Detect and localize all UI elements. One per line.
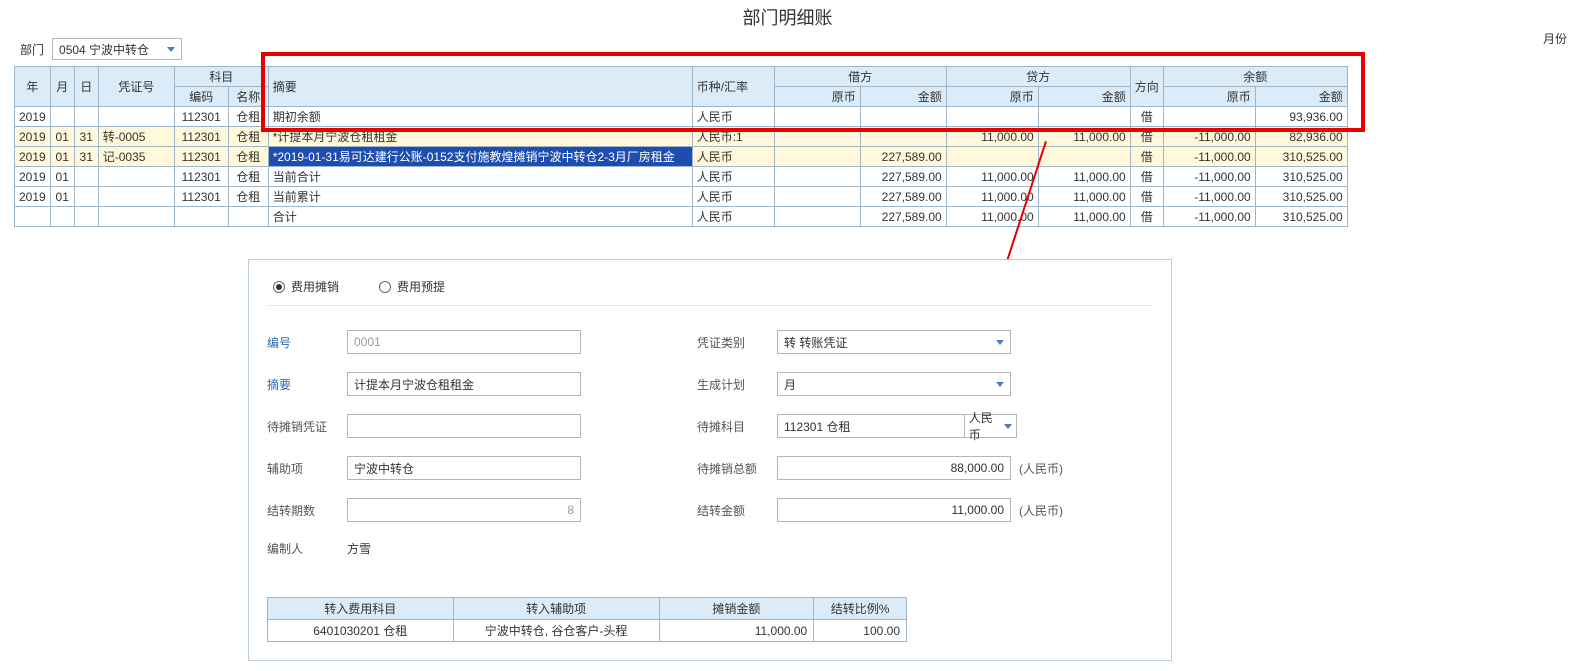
subj-label: 待摊科目 xyxy=(697,418,777,435)
plan-select[interactable]: 月 xyxy=(777,372,1011,396)
th-currency[interactable]: 币种/汇率 xyxy=(692,67,774,107)
table-row[interactable]: 201901112301仓租当前合计人民币227,589.0011,000.00… xyxy=(15,167,1348,187)
table-row[interactable]: 20190131转-0005112301仓租*计提本月宁波仓租租金人民币:111… xyxy=(15,127,1348,147)
maker-value: 方雪 xyxy=(347,540,587,557)
carry-label: 结转金额 xyxy=(697,502,777,519)
periods-input[interactable]: 8 xyxy=(347,498,581,522)
th-desc[interactable]: 摘要 xyxy=(268,67,692,107)
radio-row: 费用摊销 费用预提 xyxy=(267,274,1153,306)
plan-label: 生成计划 xyxy=(697,376,777,393)
form-panel: 费用摊销 费用预提 编号 0001 凭证类别 转 转账凭证 摘要 计提本月宁波仓… xyxy=(248,259,1172,661)
desc-label: 摘要 xyxy=(267,376,347,393)
total-label: 待摊销总额 xyxy=(697,460,777,477)
th-dir[interactable]: 方向 xyxy=(1130,67,1163,107)
th-name[interactable]: 名称 xyxy=(228,87,268,107)
res-h2[interactable]: 转入辅助项 xyxy=(453,598,659,620)
form-grid: 编号 0001 凭证类别 转 转账凭证 摘要 计提本月宁波仓租租金 生成计划 月… xyxy=(267,330,1153,557)
chevron-down-icon xyxy=(1004,424,1012,429)
table-row[interactable]: 201901112301仓租当前累计人民币227,589.0011,000.00… xyxy=(15,187,1348,207)
month-label: 月份 xyxy=(1543,30,1567,47)
total-input[interactable]: 88,000.00 xyxy=(777,456,1011,480)
res-h4[interactable]: 结转比例% xyxy=(814,598,907,620)
pendv-input[interactable] xyxy=(347,414,581,438)
radio-expense-accrual[interactable]: 费用预提 xyxy=(379,278,445,295)
th-bal-amt[interactable]: 金额 xyxy=(1255,87,1347,107)
th-day[interactable]: 日 xyxy=(74,67,98,107)
vtype-label: 凭证类别 xyxy=(697,334,777,351)
th-bal-orig[interactable]: 原币 xyxy=(1163,87,1255,107)
carry-unit: (人民币) xyxy=(1017,502,1077,519)
chevron-down-icon xyxy=(996,340,1004,345)
filter-bar: 部门 0504 宁波中转仓 xyxy=(0,34,1575,64)
result-table: 转入费用科目 转入辅助项 摊销金额 结转比例% 6401030201 仓租 宁波… xyxy=(267,597,907,642)
carry-input[interactable]: 11,000.00 xyxy=(777,498,1011,522)
th-debit[interactable]: 借方 xyxy=(774,67,946,87)
table-row[interactable]: 合计人民币227,589.0011,000.0011,000.00借-11,00… xyxy=(15,207,1348,227)
res-h1[interactable]: 转入费用科目 xyxy=(268,598,454,620)
table-row[interactable]: 20190131记-0035112301仓租*2019-01-31易可达建行公账… xyxy=(15,147,1348,167)
radio-expense-amort[interactable]: 费用摊销 xyxy=(273,278,339,295)
th-credit-amt[interactable]: 金额 xyxy=(1038,87,1130,107)
page-title: 部门明细账 xyxy=(0,0,1575,34)
dept-value: 0504 宁波中转仓 xyxy=(59,41,149,58)
radio-a-label: 费用摊销 xyxy=(291,278,339,295)
th-subject[interactable]: 科目 xyxy=(174,67,268,87)
dept-label: 部门 xyxy=(20,41,44,58)
chevron-down-icon xyxy=(167,47,175,52)
maker-label: 编制人 xyxy=(267,540,347,557)
vtype-select[interactable]: 转 转账凭证 xyxy=(777,330,1011,354)
th-code[interactable]: 编码 xyxy=(174,87,228,107)
ledger-table: 年 月 日 凭证号 科目 摘要 币种/汇率 借方 贷方 方向 余额 编码 名称 … xyxy=(14,66,1348,227)
total-unit: (人民币) xyxy=(1017,460,1077,477)
th-debit-orig[interactable]: 原币 xyxy=(774,87,860,107)
th-year[interactable]: 年 xyxy=(15,67,51,107)
dept-select[interactable]: 0504 宁波中转仓 xyxy=(52,38,182,60)
th-debit-amt[interactable]: 金额 xyxy=(860,87,946,107)
no-input[interactable]: 0001 xyxy=(347,330,581,354)
th-balance[interactable]: 余额 xyxy=(1163,67,1347,87)
aux-input[interactable]: 宁波中转仓 xyxy=(347,456,581,480)
res-h3[interactable]: 摊销金额 xyxy=(659,598,814,620)
th-voucher[interactable]: 凭证号 xyxy=(98,67,174,107)
radio-b-label: 费用预提 xyxy=(397,278,445,295)
periods-label: 结转期数 xyxy=(267,502,347,519)
subj-input[interactable]: 112301 仓租 xyxy=(777,414,964,438)
th-credit-orig[interactable]: 原币 xyxy=(946,87,1038,107)
chevron-down-icon xyxy=(996,382,1004,387)
table-row[interactable]: 2019112301仓租期初余额人民币借93,936.00 xyxy=(15,107,1348,127)
th-month[interactable]: 月 xyxy=(50,67,74,107)
aux-label: 辅助项 xyxy=(267,460,347,477)
result-row[interactable]: 6401030201 仓租 宁波中转仓, 谷仓客户-头程 11,000.00 1… xyxy=(268,620,907,642)
th-credit[interactable]: 贷方 xyxy=(946,67,1130,87)
subj-currency-select[interactable]: 人民币 xyxy=(964,414,1017,438)
no-label: 编号 xyxy=(267,334,347,351)
desc-input[interactable]: 计提本月宁波仓租租金 xyxy=(347,372,581,396)
pendv-label: 待摊销凭证 xyxy=(267,418,347,435)
